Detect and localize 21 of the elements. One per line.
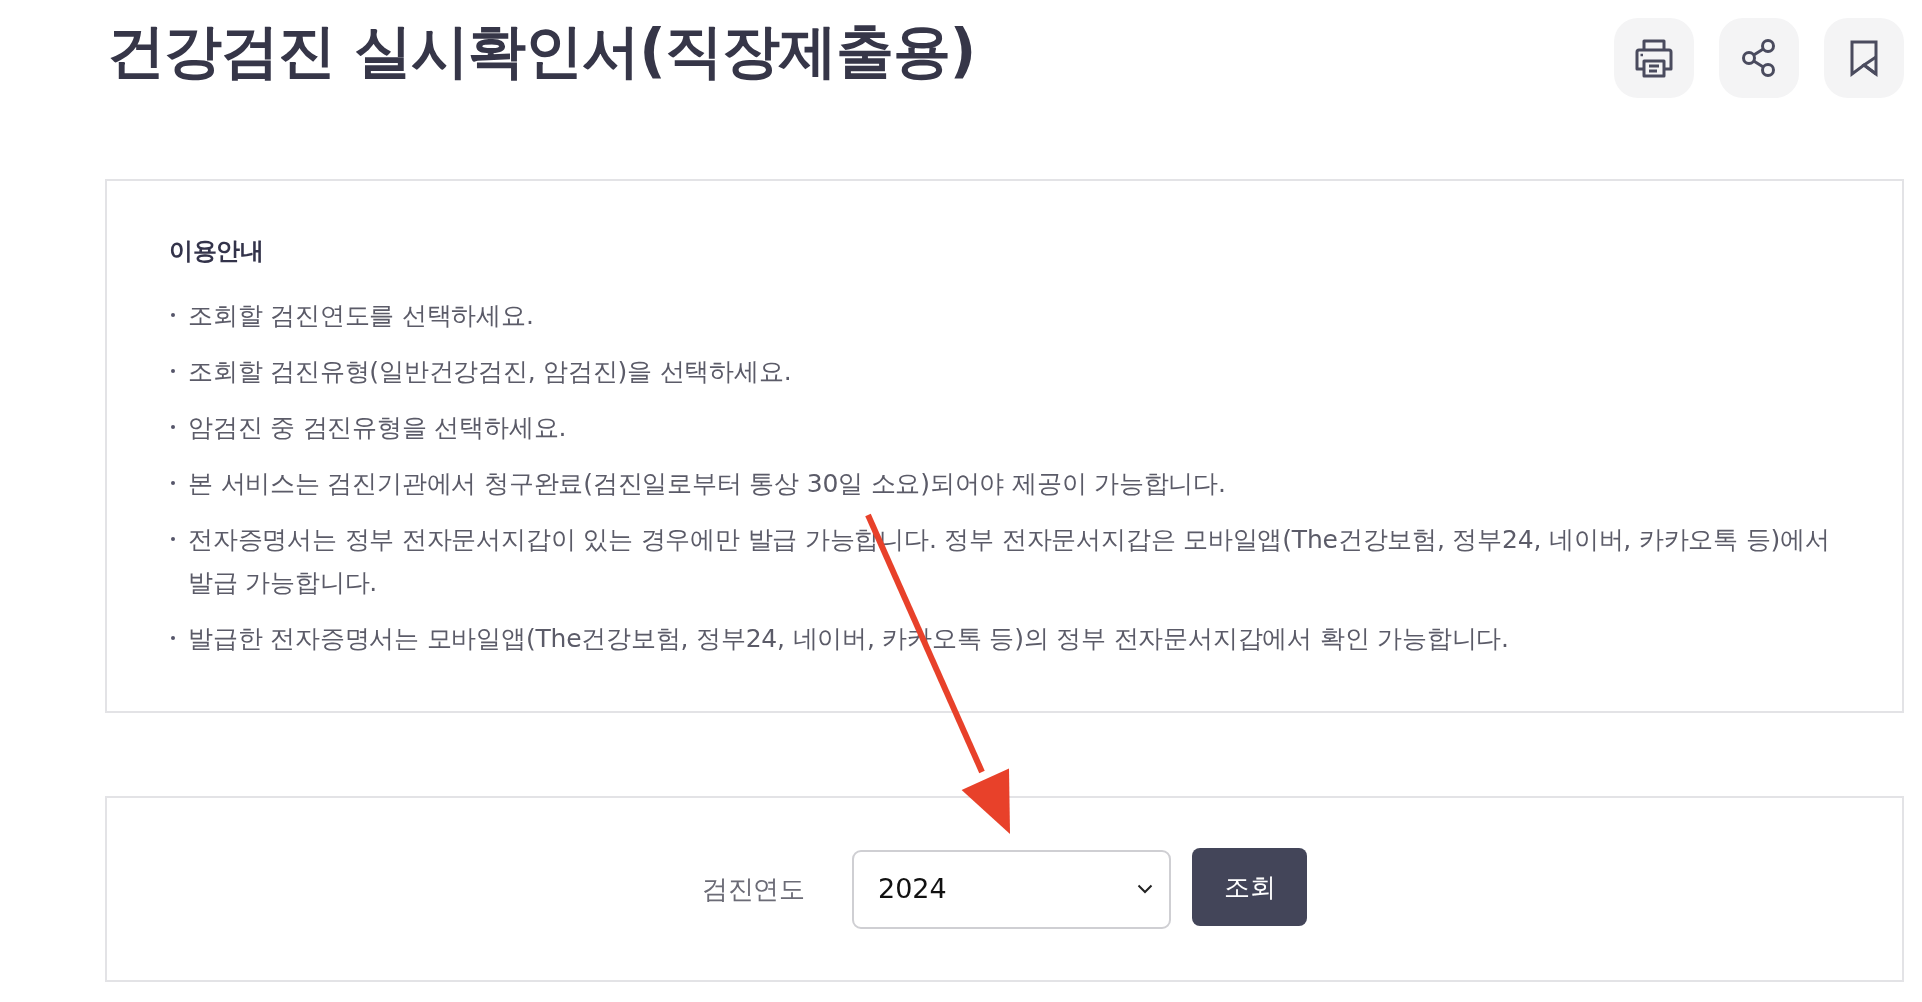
bullet-icon xyxy=(171,369,175,373)
share-icon xyxy=(1740,38,1778,78)
bullet-icon xyxy=(171,481,175,485)
page-title: 건강검진 실시확인서(직장제출용) xyxy=(107,20,976,84)
year-select[interactable]: 2024 xyxy=(852,849,1171,929)
guide-text: 본 서비스는 검진기관에서 청구완료(검진일로부터 통상 30일 소요)되어야 제공이 가능합니다. xyxy=(188,468,1226,500)
print-button[interactable] xyxy=(1614,18,1694,98)
share-button[interactable] xyxy=(1719,18,1799,98)
bullet-icon xyxy=(171,425,175,429)
year-label: 검진연도 xyxy=(702,872,804,906)
bullet-icon xyxy=(171,313,175,317)
guide-text: 조회할 검진유형(일반건강검진, 암검진)을 선택하세요. xyxy=(188,356,792,388)
guide-text: 암검진 중 검진유형을 선택하세요. xyxy=(188,412,567,444)
guide-text: 조회할 검진연도를 선택하세요. xyxy=(188,300,534,332)
bookmark-button[interactable] xyxy=(1824,18,1904,98)
bullet-icon xyxy=(171,537,175,541)
search-button[interactable]: 조회 xyxy=(1192,848,1307,926)
chevron-down-icon xyxy=(1137,884,1153,894)
bullet-icon xyxy=(171,636,175,640)
bookmark-icon xyxy=(1849,39,1879,77)
guide-title: 이용안내 xyxy=(169,236,264,266)
